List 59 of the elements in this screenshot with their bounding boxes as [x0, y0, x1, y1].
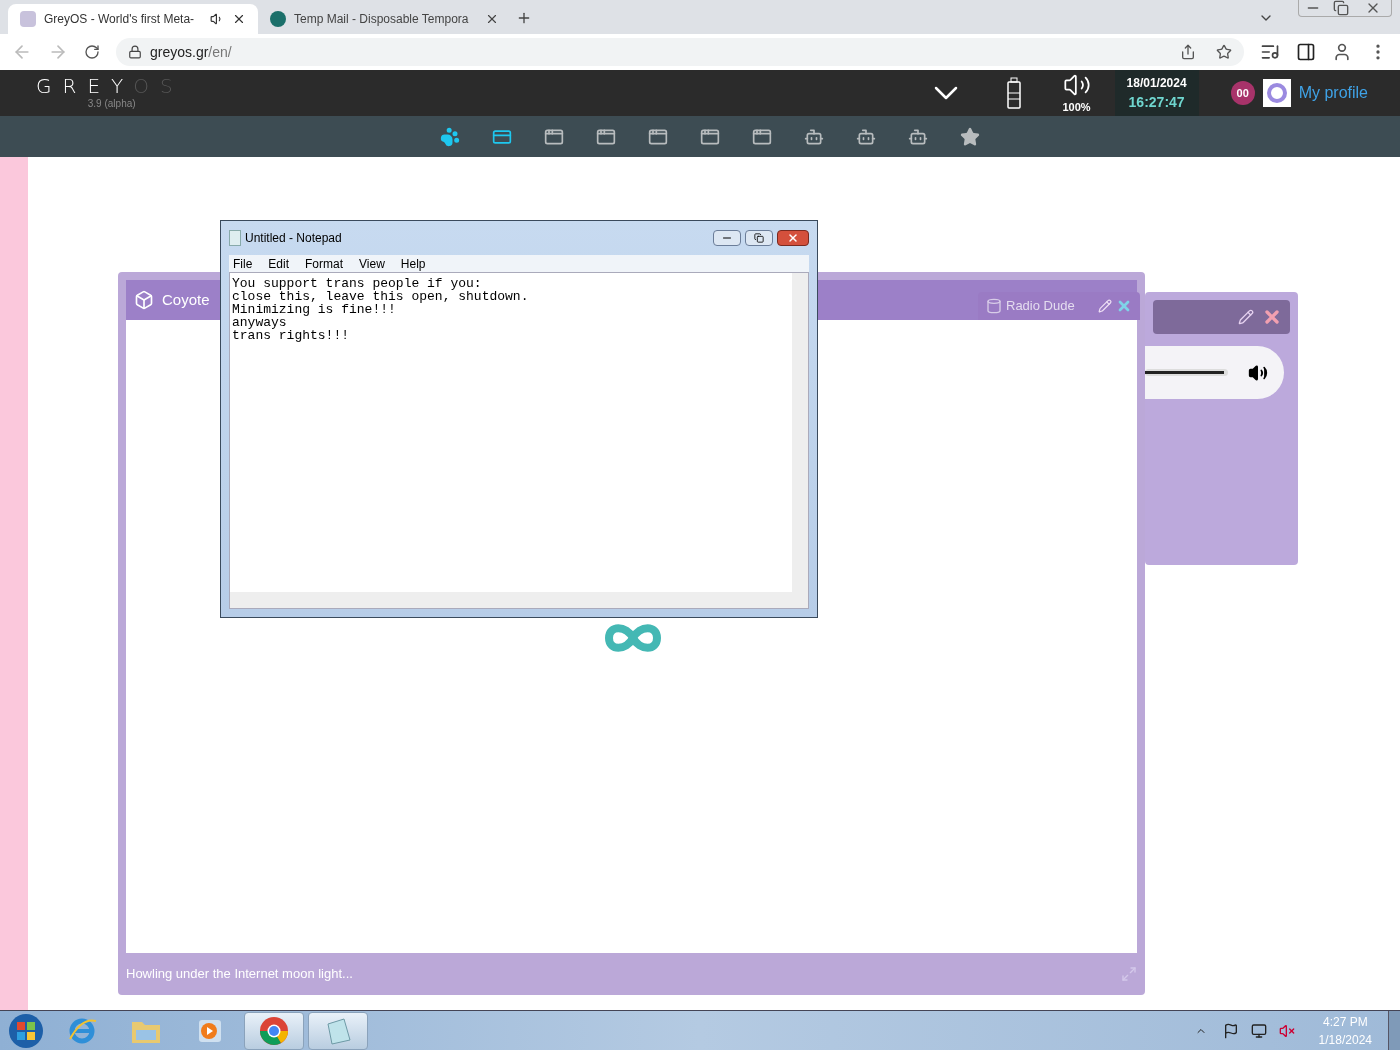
cylinder-icon [986, 298, 1002, 314]
show-desktop-button[interactable] [1388, 1010, 1400, 1050]
share-icon[interactable] [1180, 44, 1196, 60]
mute-icon[interactable] [1278, 1022, 1295, 1039]
star-icon[interactable] [960, 126, 980, 147]
avatar-icon[interactable] [1262, 79, 1291, 107]
window-title: Untitled - Notepad [245, 230, 342, 247]
lock-icon [128, 45, 142, 59]
menu-item[interactable]: Format [305, 254, 344, 273]
volume-label: 100% [1062, 99, 1091, 115]
speaker-icon[interactable] [1248, 362, 1268, 383]
clock-date: 1/18/2024 [1318, 1031, 1372, 1049]
tab-favicon-icon [270, 11, 286, 27]
media-control-icon[interactable] [1260, 42, 1280, 62]
flag-icon[interactable] [1222, 1022, 1239, 1039]
browser-tab[interactable]: GreyOS - World's first Meta- [8, 4, 258, 34]
new-tab-icon[interactable] [516, 10, 532, 26]
minimize-button[interactable] [713, 230, 741, 246]
bookmark-icon[interactable] [1216, 44, 1232, 60]
date-label: 18/01/2024 [1126, 74, 1187, 92]
taskbar-app[interactable] [244, 1011, 304, 1050]
chrome-icon [258, 1014, 290, 1047]
edit-icon[interactable] [1238, 309, 1254, 325]
close-button[interactable] [777, 230, 809, 246]
tab-favicon-icon [20, 11, 36, 27]
horizontal-scrollbar[interactable] [230, 592, 792, 608]
clock-time: 4:27 PM [1322, 1013, 1368, 1031]
address-bar[interactable]: greyos.gr/en/ [116, 38, 1244, 66]
close-icon [787, 232, 799, 244]
menu-item[interactable]: View [359, 254, 385, 273]
notification-badge[interactable]: 00 [1230, 81, 1255, 105]
window-title: Coyote [162, 289, 210, 310]
text-area[interactable]: You support trans people if you: close this, leave this open, shutdown. Minimizing is fine!!! anyways trans rights!!! [229, 272, 809, 609]
tab-title: Temp Mail - Disposable Tempora [294, 11, 469, 28]
reload-icon[interactable] [84, 44, 100, 60]
paw-icon[interactable] [440, 126, 460, 147]
notepad-icon [229, 230, 241, 246]
vertical-scrollbar[interactable] [792, 273, 808, 608]
volume-slider[interactable] [1145, 369, 1228, 376]
menu-item[interactable]: Edit [268, 254, 290, 273]
tab-title: GreyOS - World's first Meta- [44, 11, 195, 28]
url-text: greyos.gr/en/ [150, 42, 232, 62]
cube-icon [134, 290, 154, 310]
radio-title: Radio Dude [1006, 297, 1075, 316]
menu-item[interactable]: File [233, 254, 253, 273]
browser-tab[interactable]: Temp Mail - Disposable Tempora [258, 4, 508, 34]
network-icon[interactable] [1250, 1022, 1267, 1039]
document-text: You support trans people if you: close this, leave this open, shutdown. Minimizing is fine!!! anyways trans rights!!! [231, 275, 530, 345]
side-panel-icon[interactable] [1296, 42, 1316, 62]
maximize-button[interactable] [745, 230, 773, 246]
maximize-icon [754, 233, 764, 243]
time-label: 16:27:47 [1128, 92, 1185, 112]
profile-link[interactable]: My profile [1298, 81, 1368, 105]
version-label: 3.9 (alpha) [87, 96, 136, 111]
edit-icon[interactable] [1098, 299, 1112, 313]
profile-icon[interactable] [1332, 42, 1352, 62]
window-footer: Howling under the Internet moon light... [126, 964, 353, 984]
battery-icon [1006, 77, 1023, 109]
menu-item[interactable]: Help [400, 254, 426, 273]
